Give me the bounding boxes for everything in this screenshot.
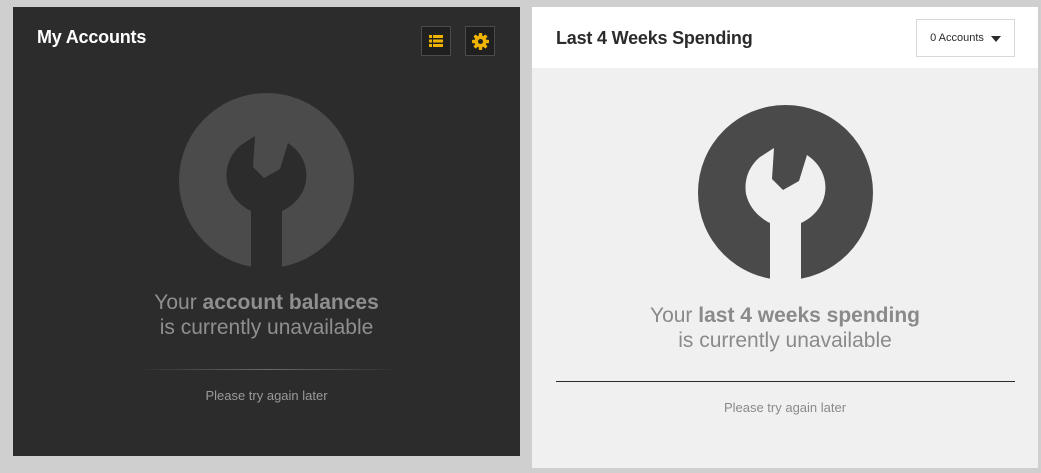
spending-title: Last 4 Weeks Spending: [556, 28, 753, 48]
message-bold: last 4 weeks spending: [698, 304, 921, 327]
list-icon: [429, 35, 443, 47]
spending-panel: Last 4 Weeks Spending 0 Accounts Your la…: [532, 7, 1038, 468]
retry-text: Please try again later: [723, 400, 847, 415]
divider: [135, 369, 401, 370]
message-line2: is currently unavailable: [159, 316, 374, 339]
my-accounts-title: My Accounts: [37, 27, 147, 47]
divider: [556, 381, 1015, 382]
spending-unavailable-message: Your last 4 weeks spending is currently …: [532, 303, 1038, 353]
caret-down-icon: [990, 35, 1001, 42]
message-line2: is currently unavailable: [678, 329, 892, 352]
list-view-button[interactable]: [421, 26, 451, 56]
gear-icon: [471, 32, 489, 50]
accounts-unavailable-message: Your account balances is currently unava…: [13, 290, 520, 340]
my-accounts-panel: My Accounts Your account balances is cur…: [13, 7, 520, 456]
dropdown-label: 0 Accounts: [930, 32, 984, 44]
settings-button[interactable]: [465, 26, 495, 56]
message-prefix: Your: [154, 291, 203, 314]
message-bold: account balances: [202, 291, 379, 314]
message-prefix: Your: [649, 304, 699, 327]
accounts-dropdown[interactable]: 0 Accounts: [916, 19, 1015, 57]
retry-text: Please try again later: [205, 388, 328, 403]
wrench-icon: [179, 93, 354, 268]
spending-header: Last 4 Weeks Spending 0 Accounts: [532, 7, 1038, 68]
wrench-icon: [698, 105, 873, 280]
